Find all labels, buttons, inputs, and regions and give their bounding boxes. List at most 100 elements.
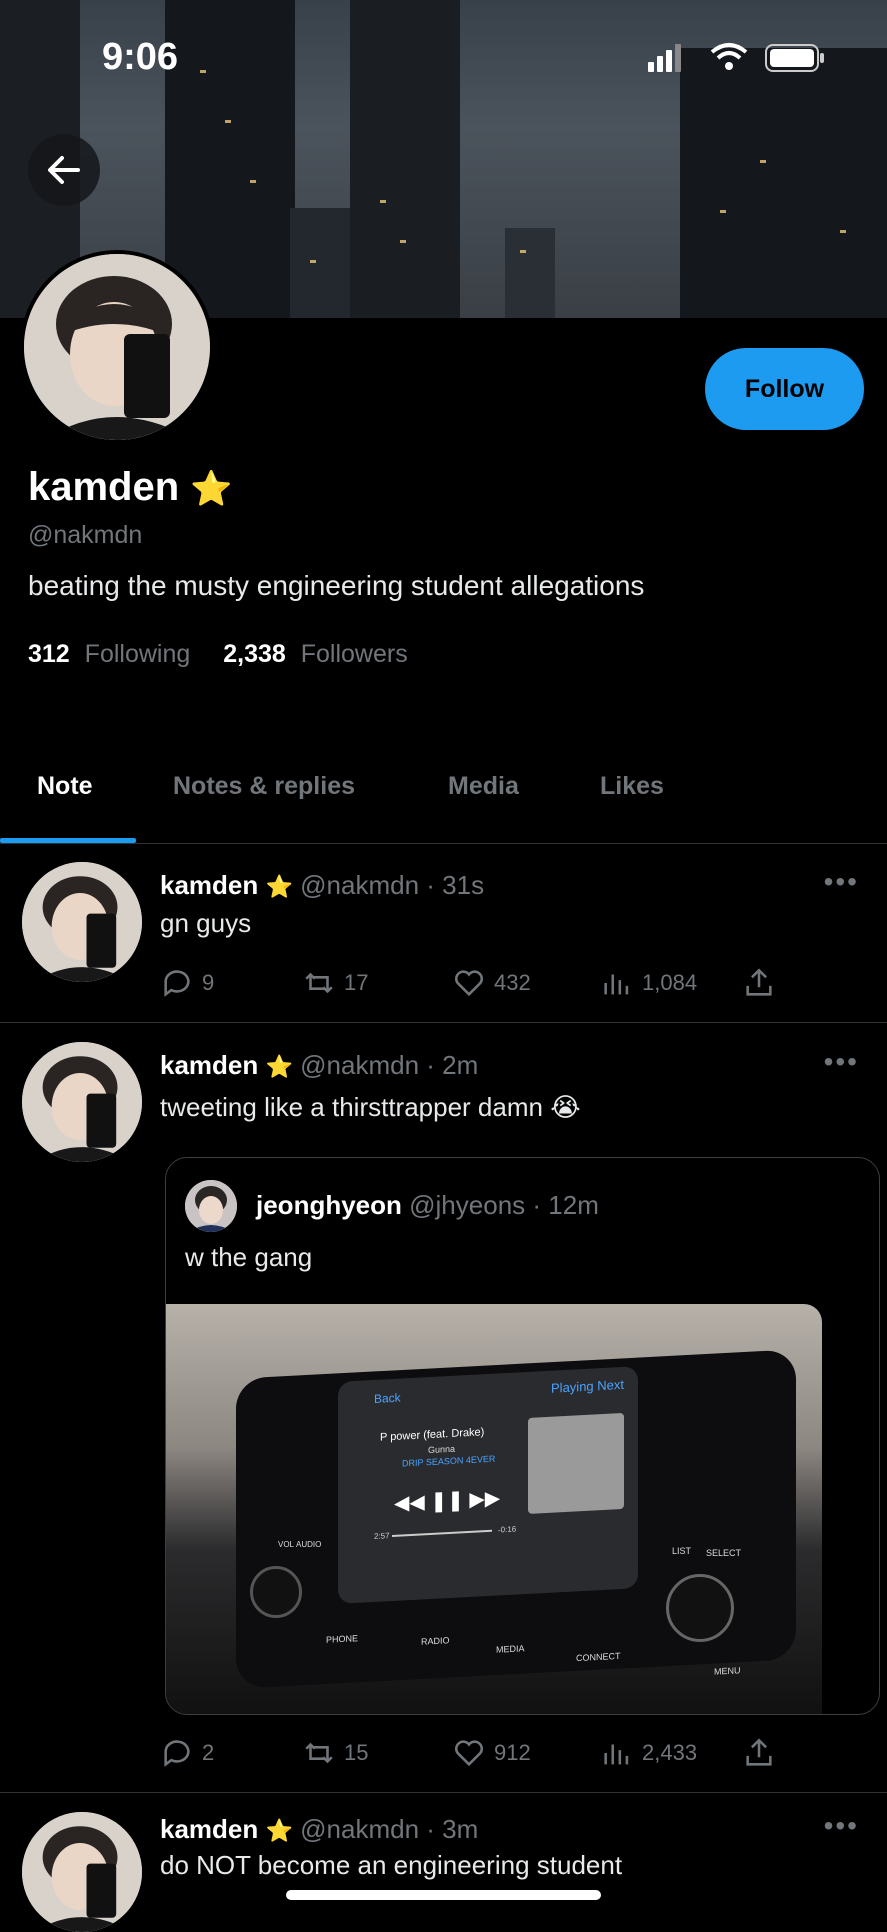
follow-button[interactable]: Follow <box>705 348 864 430</box>
followers-label: Followers <box>300 640 408 668</box>
reply-button[interactable]: 2 <box>160 1736 214 1770</box>
like-count: 912 <box>494 1740 531 1765</box>
battery-icon <box>765 44 824 72</box>
status-bar: 9:06 <box>0 0 887 110</box>
like-button[interactable]: 432 <box>452 966 531 1000</box>
post-avatar[interactable] <box>22 1042 142 1162</box>
following-link[interactable]: 312 Following <box>28 640 197 668</box>
car-vol-label: VOL <box>278 1540 295 1549</box>
retweet-button[interactable]: 15 <box>302 1736 368 1770</box>
post-item[interactable]: kamden ⭐ @nakmdn · 31s ••• gn guys 9 17 … <box>0 844 887 1023</box>
share-button[interactable] <box>742 966 776 1000</box>
carplay-screen: Back Playing Next P power (feat. Drake) … <box>338 1366 638 1604</box>
quoted-post-image[interactable]: Back Playing Next P power (feat. Drake) … <box>166 1304 822 1714</box>
car-list-label: LIST <box>672 1546 692 1556</box>
share-icon <box>746 968 772 996</box>
quoted-author-name: jeonghyeon <box>256 1190 402 1220</box>
followers-link[interactable]: 2,338 Followers <box>223 640 408 668</box>
profile-name-text: kamden <box>28 465 180 509</box>
wifi-icon <box>710 43 748 70</box>
quoted-post-header: jeonghyeon @jhyeons · 12m <box>256 1190 599 1221</box>
tab-media[interactable]: Media <box>448 772 519 801</box>
heart-icon <box>454 970 484 997</box>
quoted-post-avatar <box>185 1180 237 1232</box>
home-indicator[interactable] <box>286 1890 601 1900</box>
star-badge-icon: ⭐ <box>190 470 233 508</box>
retweet-button[interactable]: 17 <box>302 966 368 1000</box>
car-media-label: MEDIA <box>496 1643 525 1655</box>
post-text: gn guys <box>160 908 252 938</box>
post-time: · 3m <box>426 1814 479 1844</box>
more-options-icon[interactable]: ••• <box>824 866 859 898</box>
post-header: kamden ⭐ @nakmdn · 31s <box>160 870 484 901</box>
carplay-artist: Gunna <box>428 1443 456 1456</box>
star-badge-icon: ⭐ <box>265 874 293 899</box>
tab-likes[interactable]: Likes <box>600 772 664 801</box>
like-count: 432 <box>494 970 531 995</box>
share-button[interactable] <box>742 1736 776 1770</box>
post-actions: 9 17 432 1,084 <box>160 966 780 1006</box>
post-actions: 2 15 912 2,433 <box>160 1736 780 1776</box>
heart-icon <box>454 1740 484 1767</box>
tab-notes-replies[interactable]: Notes & replies <box>173 772 355 801</box>
quoted-post-text: w the gang <box>185 1242 313 1272</box>
arrow-left-icon <box>48 156 80 184</box>
quoted-post[interactable]: jeonghyeon @jhyeons · 12m w the gang Bac… <box>165 1157 880 1715</box>
carplay-album: DRIP SEASON 4EVER <box>402 1453 496 1469</box>
signal-icon <box>648 44 681 72</box>
car-audio-label: AUDIO <box>296 1540 322 1549</box>
views-button[interactable]: 2,433 <box>600 1736 697 1770</box>
post-text: tweeting like a thirsttrapper damn 😭 <box>160 1092 581 1122</box>
followers-count: 2,338 <box>223 640 286 668</box>
carplay-playing-next: Playing Next <box>551 1376 624 1396</box>
post-header: kamden ⭐ @nakmdn · 3m <box>160 1814 478 1845</box>
car-radio-label: RADIO <box>421 1635 450 1647</box>
reply-icon <box>164 970 190 997</box>
post-item[interactable]: kamden ⭐ @nakmdn · 3m ••• do NOT become … <box>0 1792 887 1932</box>
post-author-name[interactable]: kamden <box>160 1050 258 1080</box>
views-icon <box>604 974 629 995</box>
tab-note[interactable]: Note <box>37 772 93 801</box>
following-label: Following <box>84 640 191 668</box>
profile-bio: beating the musty engineering student al… <box>28 570 645 601</box>
quoted-author-handle: @jhyeons <box>409 1190 526 1220</box>
post-header: kamden ⭐ @nakmdn · 2m <box>160 1050 478 1081</box>
post-avatar[interactable] <box>22 1812 142 1932</box>
profile-handle: @nakmdn <box>28 521 143 549</box>
reply-count: 2 <box>202 1740 215 1765</box>
retweet-count: 17 <box>344 970 369 995</box>
post-time: · 2m <box>426 1050 479 1080</box>
post-author-handle: @nakmdn <box>300 870 420 900</box>
carplay-remaining: -0:16 <box>498 1524 517 1535</box>
more-options-icon[interactable]: ••• <box>824 1810 859 1842</box>
star-badge-icon: ⭐ <box>265 1818 293 1843</box>
profile-tabs: Note Notes & replies Media Likes <box>0 758 887 844</box>
car-menu-label: MENU <box>714 1665 741 1677</box>
post-time: · 31s <box>426 870 485 900</box>
post-author-name[interactable]: kamden <box>160 1814 258 1844</box>
views-button[interactable]: 1,084 <box>600 966 697 1000</box>
star-badge-icon: ⭐ <box>265 1054 293 1079</box>
reply-icon <box>164 1740 190 1767</box>
post-author-name[interactable]: kamden <box>160 870 258 900</box>
car-phone-label: PHONE <box>326 1633 359 1645</box>
share-icon <box>746 1738 772 1766</box>
reply-button[interactable]: 9 <box>160 966 214 1000</box>
carplay-elapsed: 2:57 <box>374 1531 390 1541</box>
retweet-icon <box>305 1742 333 1764</box>
profile-stats: 312 Following 2,338 Followers <box>28 640 408 669</box>
profile-name: kamden ⭐ <box>28 465 233 510</box>
post-avatar[interactable] <box>22 862 142 982</box>
carplay-song: P power (feat. Drake) <box>380 1426 485 1444</box>
views-icon <box>604 1744 629 1765</box>
post-text: do NOT become an engineering student <box>160 1850 623 1880</box>
status-time: 9:06 <box>102 36 179 78</box>
profile-avatar[interactable] <box>20 250 214 444</box>
back-button[interactable] <box>28 134 100 206</box>
retweet-count: 15 <box>344 1740 369 1765</box>
post-author-handle: @nakmdn <box>300 1814 420 1844</box>
more-options-icon[interactable]: ••• <box>824 1046 859 1078</box>
following-count: 312 <box>28 640 70 668</box>
like-button[interactable]: 912 <box>452 1736 531 1770</box>
views-count: 2,433 <box>642 1740 698 1765</box>
